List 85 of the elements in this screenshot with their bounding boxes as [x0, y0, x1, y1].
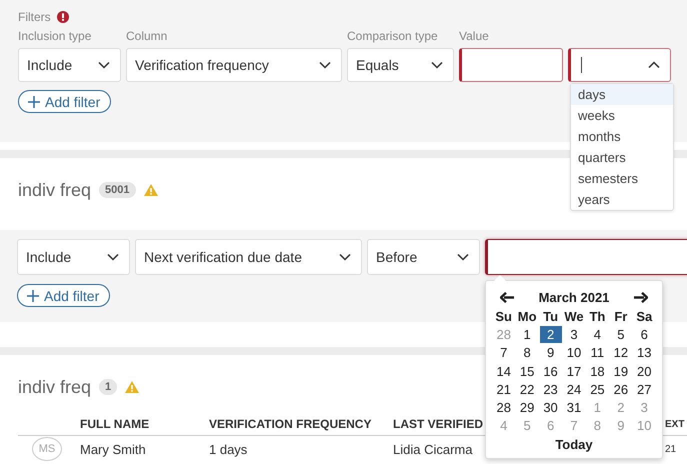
calendar-day[interactable]: 12 — [610, 344, 632, 362]
dropdown-option[interactable]: semesters — [571, 168, 673, 189]
calendar-day[interactable]: 22 — [516, 380, 538, 398]
dropdown-option[interactable]: years — [571, 189, 673, 210]
arrow-right-icon[interactable] — [634, 292, 648, 303]
field-label: Inclusion type — [18, 29, 92, 43]
calendar-day[interactable]: 15 — [516, 362, 538, 380]
chevron-down-icon — [319, 61, 331, 69]
column-header[interactable]: VERIFICATION FREQUENCY — [209, 417, 372, 431]
dropdown-option[interactable]: days — [571, 84, 673, 105]
field-label: Column — [126, 29, 168, 43]
count-badge: 5001 — [99, 182, 136, 198]
dropdown[interactable]: Include — [18, 48, 121, 82]
calendar-day[interactable]: 8 — [516, 344, 538, 362]
calendar-day[interactable]: 10 — [562, 344, 585, 362]
dropdown[interactable]: Before — [367, 239, 480, 275]
calendar-day[interactable]: 27 — [633, 380, 656, 398]
count-badge: 1 — [99, 379, 118, 395]
filters-label: Filters — [18, 10, 51, 24]
value-field[interactable] — [459, 48, 563, 82]
weekday-label: Sa — [635, 308, 654, 325]
column-header[interactable]: LAST VERIFIED — [393, 417, 484, 431]
calendar-day[interactable]: 30 — [540, 399, 562, 416]
add-filter-button[interactable]: Add filter — [17, 284, 110, 307]
calendar-day[interactable]: 26 — [610, 380, 632, 398]
chevron-down-icon — [98, 61, 110, 69]
today-button[interactable]: Today — [551, 434, 597, 454]
field-label: Comparison type — [347, 29, 439, 43]
calendar-day[interactable]: 3 — [562, 326, 585, 344]
month-title[interactable]: March 2021 — [538, 290, 610, 305]
calendar-day[interactable]: 11 — [586, 344, 608, 362]
dropdown-option[interactable]: months — [571, 126, 673, 147]
weekday-label: Su — [494, 308, 514, 325]
plus-icon — [27, 290, 39, 302]
calendar-day[interactable]: 23 — [540, 380, 562, 398]
chevron-up-icon — [648, 61, 660, 69]
calendar-day[interactable]: 7 — [492, 344, 515, 362]
arrow-left-icon[interactable] — [500, 292, 514, 303]
avatar-initials: MS — [32, 437, 62, 461]
table-cell: Lidia Cicarma — [393, 442, 472, 456]
plus-icon — [28, 96, 40, 108]
calendar-day[interactable]: 16 — [540, 362, 562, 380]
calendar-day[interactable]: 18 — [586, 362, 608, 380]
chevron-down-icon — [457, 253, 469, 261]
calendar-day[interactable]: 28 — [492, 399, 515, 416]
calendar-day[interactable]: 19 — [610, 362, 632, 380]
dropdown[interactable]: Next verification due date — [135, 239, 362, 275]
dropdown-option[interactable]: quarters — [571, 147, 673, 168]
table-cell: 21 — [665, 444, 676, 454]
calendar-day[interactable]: 31 — [562, 399, 585, 416]
calendar-day[interactable]: 6 — [633, 326, 656, 344]
table-cell: 1 days — [209, 442, 248, 456]
weekday-label: Fr — [613, 308, 628, 325]
chevron-down-icon — [107, 253, 119, 261]
section-title: indiv freq — [18, 180, 92, 200]
table-cell: Mary Smith — [80, 442, 146, 456]
section-title: indiv freq — [18, 376, 92, 398]
field-label: Value — [459, 29, 490, 43]
dropdown[interactable]: Equals — [347, 48, 454, 82]
calendar-day[interactable]: 20 — [633, 362, 656, 380]
dropdown[interactable]: Include — [17, 239, 130, 275]
calendar-day[interactable]: 14 — [492, 362, 515, 380]
calendar-day[interactable]: 17 — [562, 362, 585, 380]
calendar-day[interactable]: 21 — [492, 380, 515, 398]
calendar-day[interactable]: 24 — [562, 380, 585, 398]
calendar-day[interactable]: 13 — [633, 344, 656, 362]
calendar-day[interactable]: 5 — [610, 326, 632, 344]
weekday-label: Tu — [542, 308, 560, 325]
weekday-label: We — [563, 308, 585, 325]
dropdown-option[interactable]: weeks — [571, 105, 673, 126]
column-header[interactable]: EXT — [665, 418, 684, 430]
calendar-day[interactable]: 29 — [516, 399, 538, 416]
calendar-day[interactable]: 25 — [586, 380, 608, 398]
add-filter-button[interactable]: Add filter — [18, 90, 112, 113]
chevron-down-icon — [339, 253, 351, 261]
dropdown[interactable]: Verification frequency — [126, 48, 342, 82]
calendar-day[interactable]: 1 — [516, 326, 538, 344]
weekday-label: Mo — [516, 308, 538, 325]
calendar-day[interactable]: 9 — [540, 344, 562, 362]
calendar-day[interactable]: 4 — [586, 326, 608, 344]
chevron-down-icon — [431, 61, 443, 69]
weekday-label: Th — [588, 308, 606, 325]
column-header[interactable]: FULL NAME — [80, 417, 150, 431]
calendar-day[interactable]: 2 — [540, 326, 562, 344]
text-cursor — [581, 57, 582, 73]
